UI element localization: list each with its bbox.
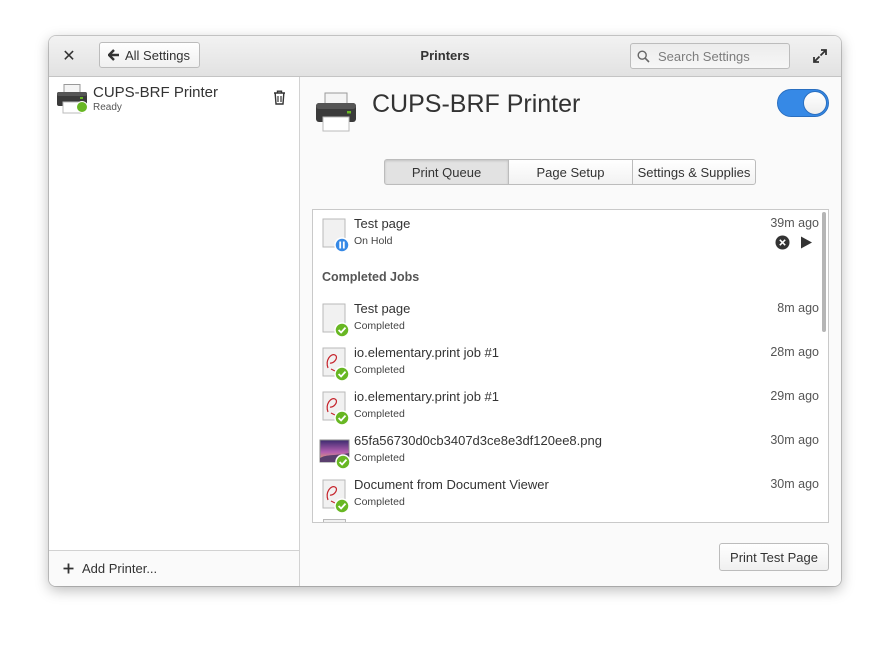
plus-icon [63,563,74,574]
search-box[interactable] [630,43,790,69]
add-printer-label: Add Printer... [82,561,158,576]
job-time: 30m ago [770,433,819,447]
red-scribble-document-icon [322,479,350,514]
printers-window: ✕ All Settings Printers Search Settings … [49,36,841,586]
sidebar-footer: Add Printer... [49,550,299,586]
list-item-active-job[interactable]: Test page On Hold 39m ago [313,210,823,254]
job-time: 8m ago [777,301,819,315]
job-time: 30m ago [770,477,819,491]
blank-document-icon [323,519,346,522]
job-name: Test page [354,301,411,316]
job-status: Completed [354,452,405,464]
switch-knob [803,91,827,115]
list-item-completed-job[interactable]: io.elementary.print job #1 Completed 28m… [313,339,823,383]
cancel-job-icon[interactable] [775,235,790,250]
job-time: 29m ago [770,389,819,403]
sidebar-printer-item[interactable]: CUPS-BRF Printer Ready [49,77,299,121]
list-item-completed-job[interactable]: io.elementary.print job #1 Completed 29m… [313,383,823,427]
job-status: Completed [354,408,405,420]
ready-status-icon [76,101,88,113]
red-scribble-document-icon [322,347,350,382]
blank-document-icon [322,303,350,338]
add-printer-button[interactable]: Add Printer... [63,551,157,586]
tab-print-queue[interactable]: Print Queue [384,159,509,185]
print-test-page-button[interactable]: Print Test Page [719,543,829,571]
job-status: On Hold [354,235,393,247]
search-icon [637,49,650,63]
printer-tabs: Print Queue Page Setup Settings & Suppli… [384,159,756,185]
job-time: 39m ago [770,216,819,230]
job-name: 65fa56730d0cb3407d3ce8e3df120ee8.png [354,433,602,448]
image-thumbnail-icon [319,439,351,470]
list-item-completed-job[interactable]: Document from Document Viewer Completed … [313,471,823,515]
close-icon: ✕ [62,48,76,65]
all-settings-button[interactable]: All Settings [99,42,201,68]
sidebar-printer-name: CUPS-BRF Printer [93,84,219,101]
tab-settings-supplies[interactable]: Settings & Supplies [632,159,756,185]
job-name: Test page [354,216,411,231]
sidebar: CUPS-BRF Printer Ready Add Printer... [49,77,300,586]
close-window-button[interactable]: ✕ [59,45,79,67]
header-bar: ✕ All Settings Printers [49,36,841,77]
maximize-icon[interactable] [811,47,829,65]
sidebar-printer-status: Ready [93,102,122,113]
arrow-left-icon [108,49,119,61]
search-input[interactable] [656,47,785,65]
job-name: Document from Document Viewer [354,477,549,492]
job-status: Completed [354,364,405,376]
resume-job-icon[interactable] [799,235,813,250]
trash-icon[interactable] [273,90,286,105]
printer-icon [316,92,356,132]
printer-enabled-switch[interactable] [777,89,829,117]
job-status: Completed [354,320,405,332]
list-item-completed-job[interactable]: 65fa56730d0cb3407d3ce8e3df120ee8.png Com… [313,427,823,471]
printer-title: CUPS-BRF Printer [372,90,581,118]
printer-detail-pane: CUPS-BRF Printer Print Queue Page Setup … [300,77,841,586]
tab-page-setup[interactable]: Page Setup [508,159,633,185]
job-name: io.elementary.print job #1 [354,345,500,360]
list-item-completed-job[interactable]: Test page Completed 8m ago [313,295,823,339]
red-scribble-document-icon [322,391,350,426]
document-paused-icon [322,218,350,253]
completed-jobs-header: Completed Jobs [322,270,420,284]
job-time: 28m ago [770,345,819,359]
print-queue-list: Test page On Hold 39m ago Completed Jobs [312,209,829,523]
job-status: Completed [354,496,405,508]
job-actions [775,235,813,250]
job-name: io.elementary.print job #1 [354,389,500,404]
all-settings-label: All Settings [125,47,191,63]
